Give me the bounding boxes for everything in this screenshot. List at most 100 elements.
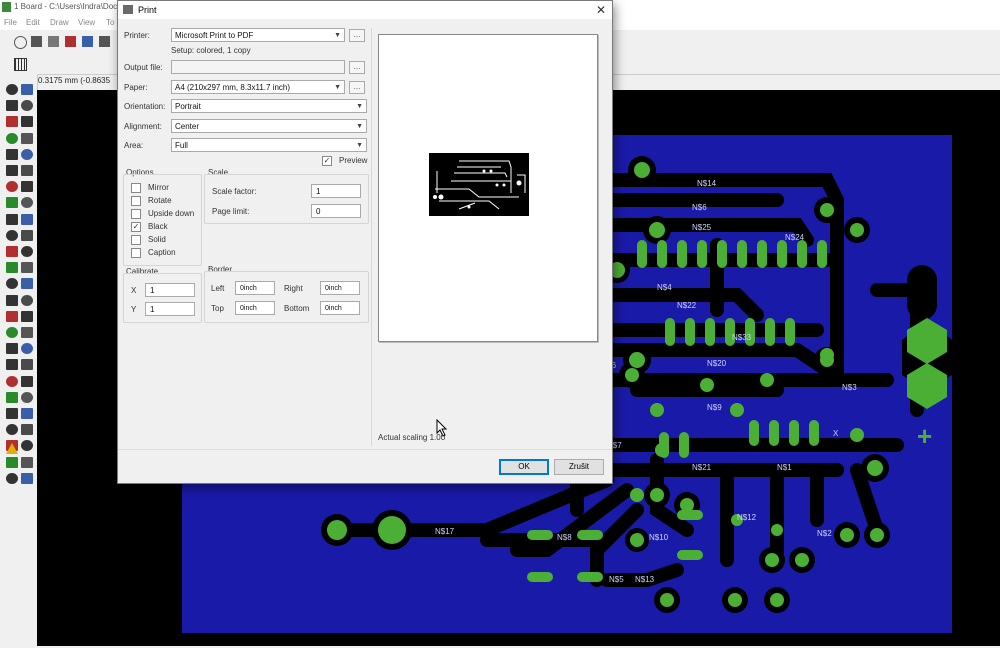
tool-icon[interactable] — [6, 165, 18, 176]
calibrate-y-label: Y — [131, 305, 137, 314]
tool-icon[interactable] — [21, 278, 33, 290]
tool-icon[interactable] — [21, 100, 33, 112]
print-icon[interactable] — [48, 36, 59, 47]
upside-down-checkbox[interactable] — [131, 209, 141, 219]
app-icon — [2, 2, 11, 12]
tool-icon[interactable] — [21, 84, 33, 95]
save-icon[interactable] — [31, 36, 42, 47]
tool-icon[interactable] — [21, 246, 33, 257]
tool-icon[interactable] — [6, 262, 18, 274]
grid-icon[interactable] — [14, 58, 27, 71]
script-icon[interactable] — [99, 36, 110, 47]
tool-icon[interactable] — [6, 391, 18, 403]
border-left-input[interactable]: 0inch — [235, 281, 275, 295]
tool-icon[interactable] — [6, 359, 18, 371]
solid-label: Solid — [148, 235, 166, 244]
output-file-browse-button[interactable]: ... — [349, 61, 365, 74]
tool-icon[interactable] — [21, 229, 33, 241]
cancel-button[interactable]: Zrušit — [554, 459, 604, 475]
tool-icon[interactable] — [21, 294, 33, 306]
rotate-checkbox[interactable] — [131, 196, 141, 206]
printer-select[interactable]: Microsoft Print to PDF ▼ — [171, 28, 345, 42]
printer-setup-button[interactable]: ... — [349, 29, 365, 42]
cam-icon[interactable] — [65, 36, 76, 47]
calibrate-y-input[interactable]: 1 — [145, 302, 195, 316]
menu-tools[interactable]: To — [106, 18, 114, 27]
tool-icon[interactable] — [6, 424, 18, 436]
app-title: 1 Board - C:\Users\Indra\Docu — [14, 2, 122, 11]
border-bottom-input[interactable]: 0inch — [320, 301, 360, 315]
tool-icon[interactable] — [21, 375, 33, 387]
tool-icon[interactable] — [6, 327, 18, 338]
board-label: N$2 — [817, 529, 832, 538]
tool-icon[interactable] — [6, 116, 18, 128]
tool-icon[interactable] — [6, 246, 18, 257]
tool-icon[interactable] — [21, 310, 33, 322]
scale-factor-input[interactable]: 1 — [311, 184, 361, 198]
tool-icon[interactable] — [6, 181, 18, 193]
tool-icon[interactable] — [21, 408, 33, 419]
board-icon[interactable] — [82, 36, 93, 47]
menu-draw[interactable]: Draw — [50, 18, 69, 27]
close-icon[interactable]: ✕ — [596, 3, 606, 17]
tool-icon[interactable] — [21, 148, 33, 160]
tool-icon[interactable] — [21, 165, 33, 176]
area-select[interactable]: Full ▼ — [171, 138, 367, 152]
tool-icon[interactable] — [21, 440, 33, 452]
tool-icon[interactable] — [6, 456, 18, 468]
menu-edit[interactable]: Edit — [26, 18, 40, 27]
tool-icon[interactable] — [21, 472, 33, 484]
menu-view[interactable]: View — [78, 18, 95, 27]
border-top-label: Top — [211, 304, 224, 313]
tool-icon[interactable] — [21, 343, 33, 355]
tool-icon[interactable] — [21, 456, 33, 468]
menu-file[interactable]: File — [4, 18, 17, 27]
tool-icon[interactable] — [6, 278, 18, 290]
caption-checkbox[interactable] — [131, 248, 141, 258]
tool-icon[interactable] — [21, 391, 33, 403]
tool-icon[interactable] — [6, 294, 18, 306]
output-file-label: Output file: — [124, 63, 163, 72]
paper-more-button[interactable]: ... — [349, 81, 365, 94]
border-right-input[interactable]: 0inch — [320, 281, 360, 295]
alignment-label: Alignment: — [124, 122, 162, 131]
tool-icon[interactable] — [6, 343, 18, 355]
tool-icon[interactable] — [21, 116, 33, 128]
tool-icon[interactable] — [6, 472, 18, 484]
preview-checkbox[interactable]: ✓ — [322, 156, 332, 166]
alignment-select[interactable]: Center ▼ — [171, 119, 367, 133]
tool-icon[interactable] — [21, 213, 33, 225]
tool-icon[interactable] — [21, 424, 33, 436]
open-icon[interactable] — [14, 36, 27, 49]
page-limit-input[interactable]: 0 — [311, 204, 361, 218]
tool-icon[interactable] — [21, 181, 33, 193]
black-checkbox[interactable]: ✓ — [131, 222, 141, 232]
chevron-down-icon: ▼ — [356, 142, 363, 149]
border-top-input[interactable]: 0inch — [235, 301, 275, 315]
tool-icon[interactable] — [6, 229, 18, 241]
output-file-input[interactable] — [171, 60, 345, 74]
tool-icon[interactable] — [21, 197, 33, 209]
tool-icon[interactable] — [6, 408, 18, 419]
tool-icon[interactable] — [21, 262, 33, 274]
tool-icon[interactable] — [6, 213, 18, 225]
tool-icon[interactable] — [21, 132, 33, 144]
printer-icon — [123, 5, 133, 14]
tool-icon[interactable] — [6, 84, 18, 95]
orientation-select[interactable]: Portrait ▼ — [171, 99, 367, 113]
tool-icon[interactable] — [6, 148, 18, 160]
calibrate-x-input[interactable]: 1 — [145, 283, 195, 297]
ok-button[interactable]: OK — [499, 459, 549, 475]
tool-icon[interactable] — [6, 310, 18, 322]
solid-checkbox[interactable] — [131, 235, 141, 245]
board-label: N$6 — [692, 203, 707, 212]
tool-icon[interactable] — [21, 359, 33, 371]
mirror-checkbox[interactable] — [131, 183, 141, 193]
tool-icon[interactable] — [6, 100, 18, 112]
tool-icon[interactable] — [6, 375, 18, 387]
tool-icon[interactable] — [6, 197, 18, 209]
paper-select[interactable]: A4 (210x297 mm, 8.3x11.7 inch) ▼ — [171, 80, 345, 94]
tool-icon[interactable] — [21, 327, 33, 338]
tool-icon[interactable] — [6, 132, 18, 144]
warning-icon[interactable] — [6, 443, 18, 454]
